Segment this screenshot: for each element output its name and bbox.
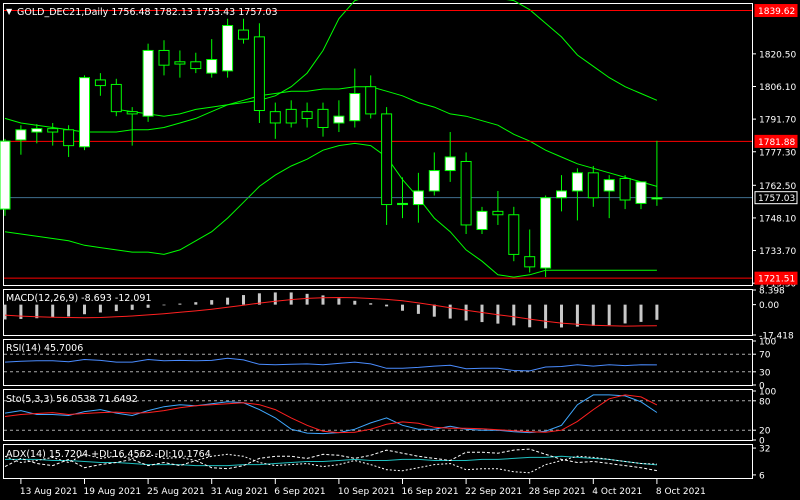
candle-body	[460, 160, 472, 226]
chart-menu-icon[interactable]: ▼	[6, 7, 13, 16]
sto-tick-label: 100	[759, 388, 776, 398]
candle-body	[508, 214, 520, 255]
price-tick-label: 1733.70	[759, 247, 796, 257]
rsi-tick-label: 100	[759, 338, 776, 348]
price-tick-label: 1806.10	[759, 83, 796, 93]
date-tick-label: 31 Aug 2021	[211, 487, 269, 497]
candle-body	[317, 108, 329, 129]
date-tick-label: 4 Oct 2021	[592, 487, 642, 497]
rsi-tick-label: 30	[759, 368, 771, 378]
candle-body	[269, 111, 281, 124]
rsi-title: RSI(14) 45.7006	[6, 343, 83, 354]
date-tick-label: 8 Oct 2021	[656, 487, 706, 497]
candle-body	[651, 197, 663, 200]
candle-body	[31, 128, 43, 133]
candle-body	[206, 59, 218, 74]
sto-tick-label: 20	[759, 427, 771, 437]
candle-body	[126, 111, 138, 115]
adx-title: ADX(14) 15.7204 +DI:16.4562 -DI:10.1764	[6, 449, 211, 460]
candle-body	[397, 202, 408, 206]
candle-body	[142, 49, 154, 117]
sto-tick-label: 80	[759, 397, 771, 407]
price-line-label: 1839.62	[758, 7, 795, 17]
sto-title: Sto(5,3,3) 56.0538 71.6492	[6, 394, 138, 405]
candle-body	[571, 172, 583, 192]
candle-body	[619, 177, 631, 201]
candle-body	[540, 197, 552, 269]
date-tick-label: 28 Sep 2021	[529, 487, 586, 497]
price-tick-label: 1820.50	[759, 50, 796, 60]
candle-body	[110, 83, 122, 113]
candle-body	[476, 210, 488, 230]
candle-body	[635, 181, 647, 204]
trading-chart: 1820.50 1806.10 1791.70 1777.30 1762.50 1748.…	[0, 0, 800, 500]
candle-body	[158, 49, 170, 66]
rsi-tick-label: 70	[759, 351, 771, 361]
price-tick-label: 1777.30	[759, 148, 796, 158]
date-tick-label: 10 Sep 2021	[338, 487, 395, 497]
date-tick-label: 16 Sep 2021	[402, 487, 459, 497]
date-tick-label: 6 Sep 2021	[274, 487, 325, 497]
candle-body	[349, 93, 361, 122]
chart-title: GOLD_DEC21,Daily 1756.48 1782.13 1753.43…	[17, 7, 278, 18]
candle-body	[365, 86, 377, 115]
price-line-label: 1781.88	[758, 138, 795, 148]
candle-body	[492, 210, 504, 216]
candle-body	[603, 179, 615, 192]
candle-body	[253, 36, 265, 112]
candle-body	[47, 128, 59, 133]
candle-body	[285, 108, 297, 124]
price-line-label: 1757.03	[758, 194, 795, 204]
price-tick-label: 1762.50	[759, 182, 796, 192]
candle-body	[587, 172, 599, 199]
candle-body	[412, 190, 424, 206]
date-tick-label: 13 Aug 2021	[20, 487, 78, 497]
candle-body	[333, 115, 345, 124]
candle-body	[63, 129, 75, 147]
candle-body	[381, 113, 393, 206]
price-tick-label: 1748.10	[759, 214, 796, 224]
date-tick-label: 22 Sep 2021	[465, 487, 522, 497]
candle-body	[0, 140, 11, 210]
candle-body	[79, 77, 90, 148]
candle-body	[15, 129, 27, 141]
macd-tick-label: 0.00	[759, 301, 779, 311]
date-tick-label: 19 Aug 2021	[84, 487, 142, 497]
candle-body	[301, 111, 313, 119]
macd-title: MACD(12,26,9) -8.693 -12.091	[6, 293, 151, 304]
price-tick-label: 1791.70	[759, 116, 796, 126]
date-tick-label: 25 Aug 2021	[147, 487, 205, 497]
candle-body	[428, 170, 440, 192]
adx-tick-label: 6	[759, 471, 765, 481]
candle-body	[556, 190, 567, 199]
candle-body	[444, 156, 456, 172]
candle-body	[190, 61, 202, 70]
candle-body	[174, 61, 186, 65]
price-line-label: 1721.51	[758, 275, 795, 285]
candle-body	[94, 79, 106, 87]
candle-body	[524, 256, 536, 268]
candle-body	[238, 29, 249, 40]
candle-body	[222, 25, 234, 72]
macd-tick-label: 8.398	[759, 287, 785, 297]
adx-tick-label: 32	[759, 445, 770, 455]
